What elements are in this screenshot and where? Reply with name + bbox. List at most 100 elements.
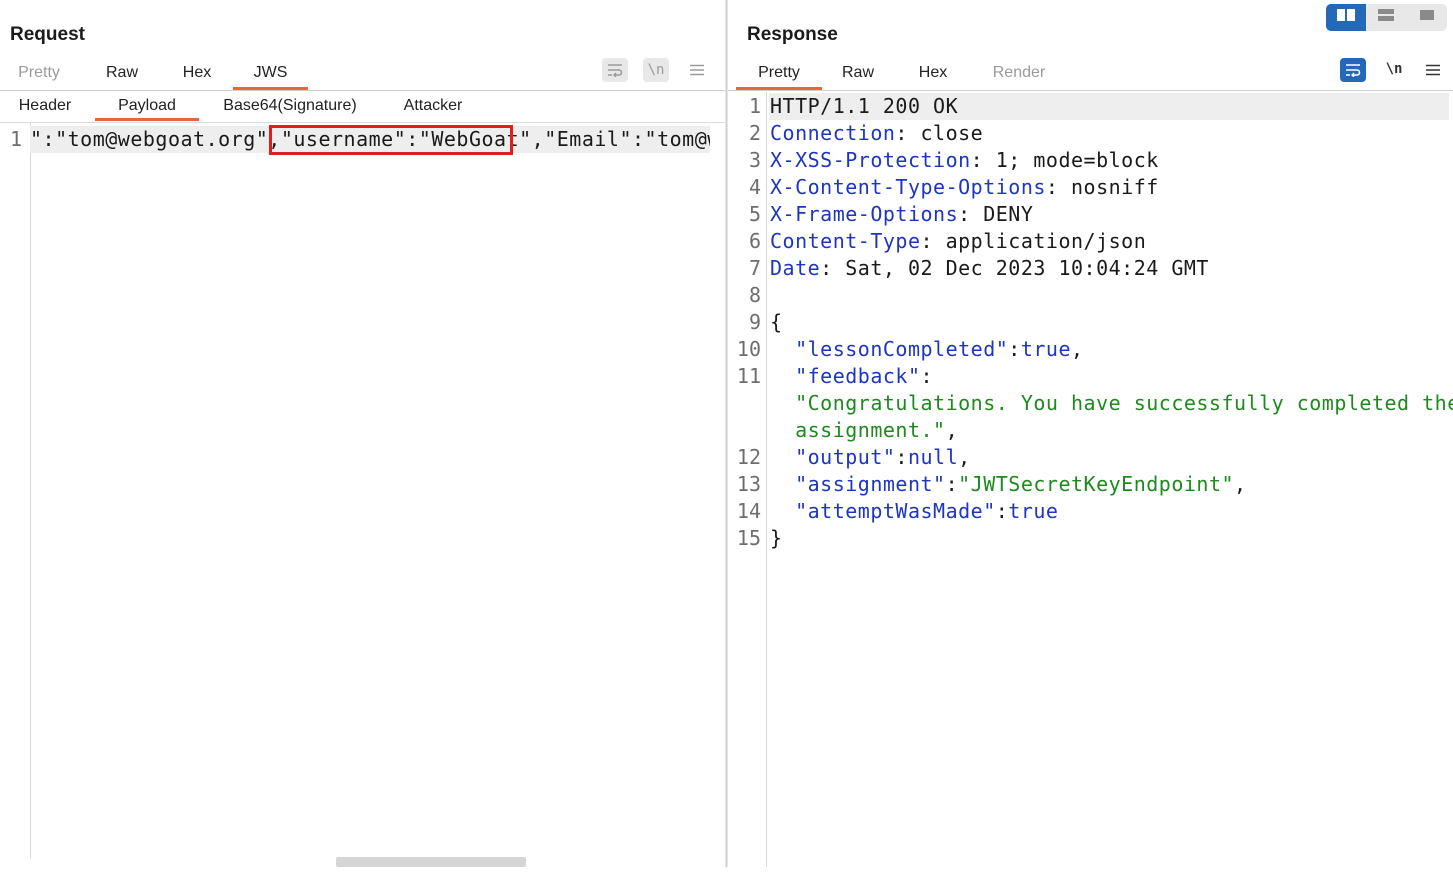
response-code-line: X-Frame-Options: DENY: [770, 201, 1033, 228]
request-tab-pretty[interactable]: Pretty: [12, 59, 66, 88]
code-token: X-Frame-Options: [770, 202, 959, 226]
response-newline-toggle[interactable]: \n: [1381, 57, 1407, 81]
code-token: :: [945, 472, 959, 496]
payload-text-before: ":"tom@webgoat.org",: [30, 127, 281, 151]
code-token: "JWTSecretKeyEndpoint": [958, 472, 1235, 496]
word-wrap-icon: [1345, 63, 1361, 77]
response-code-line: {: [770, 309, 783, 336]
request-wrap-button[interactable]: [602, 58, 628, 82]
newline-label: \n: [647, 62, 665, 78]
code-token: X-XSS-Protection: [770, 148, 971, 172]
response-code-line: "lessonCompleted":true,: [770, 336, 1084, 363]
response-line-number: 15: [736, 526, 761, 550]
response-line-number: 8: [748, 283, 761, 307]
subtab-payload[interactable]: Payload: [95, 92, 199, 121]
response-code-line: HTTP/1.1 200 OK: [770, 93, 958, 120]
response-title: Response: [747, 24, 838, 45]
hamburger-menu-icon: [1426, 64, 1440, 76]
layout-switcher: [1326, 4, 1447, 31]
code-token: "assignment": [770, 472, 946, 496]
request-subtabs-divider: [0, 122, 725, 123]
response-code-line: Connection: close: [770, 120, 983, 147]
request-menu-button[interactable]: [684, 58, 710, 82]
code-token: ,: [1071, 337, 1084, 361]
response-tab-pretty[interactable]: Pretty: [736, 59, 822, 90]
response-line-number: 9: [748, 310, 761, 334]
code-token: "lessonCompleted": [770, 337, 1009, 361]
code-token: ,: [945, 418, 959, 442]
request-newline-toggle[interactable]: \n: [643, 58, 669, 82]
single-pane-layout-button[interactable]: [1407, 4, 1447, 31]
request-title: Request: [10, 24, 85, 45]
code-token: Content-Type: [770, 229, 921, 253]
response-code-line: Content-Type: application/json: [770, 228, 1146, 255]
word-wrap-icon: [607, 63, 623, 77]
response-line-number: 3: [748, 148, 761, 172]
code-token: :: [995, 499, 1009, 523]
code-token: :: [920, 364, 934, 388]
response-tab-raw[interactable]: Raw: [834, 59, 882, 88]
response-line-number: 12: [736, 445, 761, 469]
response-code-line: Date: Sat, 02 Dec 2023 10:04:24 GMT: [770, 255, 1209, 282]
username-highlight-box: [269, 125, 513, 155]
code-token: ,: [958, 445, 971, 469]
side-by-side-layout-button[interactable]: [1326, 4, 1367, 31]
code-token: true: [1020, 337, 1071, 361]
response-line-number: 2: [748, 121, 761, 145]
response-code-line: assignment.",: [770, 417, 958, 444]
top-bottom-layout-button[interactable]: [1366, 4, 1406, 31]
response-tab-render[interactable]: Render: [986, 59, 1052, 88]
response-line-number: 13: [736, 472, 761, 496]
response-line-number: 6: [748, 229, 761, 253]
top-bottom-layout-icon: [1377, 8, 1395, 27]
subtab-base64-signature[interactable]: Base64(Signature): [218, 92, 362, 120]
code-token: }: [770, 526, 783, 550]
horizontal-scrollbar-thumb[interactable]: [336, 857, 526, 867]
response-line-number: 1: [748, 94, 761, 118]
code-token: true: [1008, 499, 1059, 523]
code-token: : nosniff: [1045, 175, 1159, 199]
code-token: : 1; mode=block: [970, 148, 1159, 172]
request-tab-jws[interactable]: JWS: [233, 59, 308, 90]
code-token: : application/json: [920, 229, 1147, 253]
code-token: assignment.": [770, 418, 946, 442]
code-token: Date: [770, 256, 821, 280]
response-code-line: X-Content-Type-Options: nosniff: [770, 174, 1159, 201]
response-tab-hex[interactable]: Hex: [910, 59, 956, 88]
code-token: {: [770, 310, 783, 334]
hamburger-menu-icon: [690, 64, 704, 76]
code-token: "feedback": [770, 364, 921, 388]
response-code-line: }: [770, 525, 783, 552]
code-token: X-Content-Type-Options: [770, 175, 1046, 199]
subtab-attacker[interactable]: Attacker: [394, 92, 472, 120]
subtab-header[interactable]: Header: [12, 92, 78, 120]
request-tab-hex[interactable]: Hex: [174, 59, 220, 88]
code-token: "attemptWasMade": [770, 499, 996, 523]
response-line-number: [728, 390, 761, 417]
code-token: Connection: [770, 121, 896, 145]
response-line-number: 7: [748, 256, 761, 280]
request-tab-raw[interactable]: Raw: [98, 59, 146, 88]
request-pane: Request Pretty Raw Hex JWS \n Header Pay…: [0, 0, 725, 867]
code-token: ,: [1234, 472, 1247, 496]
response-code-line: "output":null,: [770, 444, 971, 471]
response-wrap-button[interactable]: [1340, 58, 1366, 82]
response-code-line: "attemptWasMade":true: [770, 498, 1058, 525]
side-by-side-layout-icon: [1336, 8, 1356, 27]
response-line-number: 11: [736, 364, 761, 388]
response-editor[interactable]: 1 HTTP/1.1 200 OK 2 Connection: close 3 X-XSS…: [728, 93, 1453, 853]
code-token: "Congratulations. You have successfully …: [770, 391, 1453, 415]
response-pane: Response Pretty Raw Hex Render \n 1 HTTP/…: [728, 0, 1453, 867]
request-line-number: 1: [9, 127, 22, 151]
payload-text-after: ,"Email":"tom@web: [531, 127, 710, 151]
response-code-line: "Congratulations. You have successfully …: [770, 390, 1453, 417]
code-token: : DENY: [958, 202, 1034, 226]
response-menu-button[interactable]: [1420, 58, 1446, 82]
response-code-line: X-XSS-Protection: 1; mode=block: [770, 147, 1159, 174]
single-pane-layout-icon: [1418, 8, 1436, 27]
response-line-number: 10: [736, 337, 761, 361]
response-line-number: 4: [748, 175, 761, 199]
response-line-number: [728, 417, 761, 444]
response-code-line: "assignment":"JWTSecretKeyEndpoint",: [770, 471, 1247, 498]
code-token: :: [895, 445, 908, 469]
